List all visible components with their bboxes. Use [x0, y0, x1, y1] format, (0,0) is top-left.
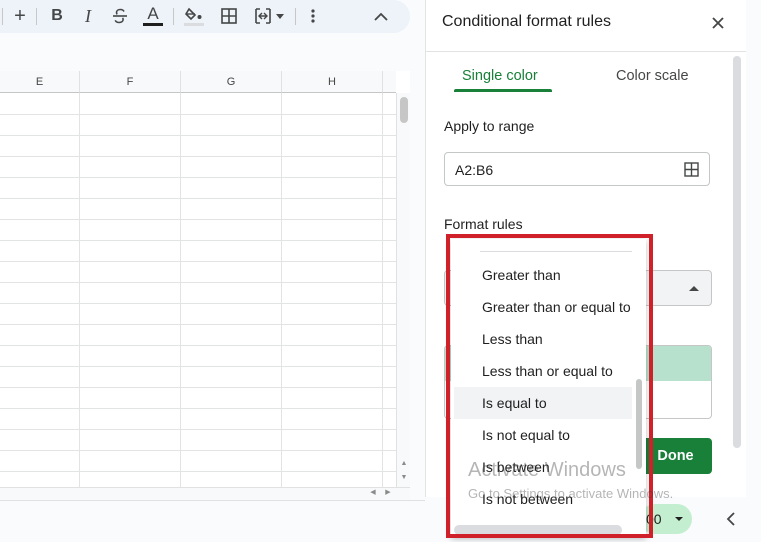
gridline — [281, 93, 282, 487]
column-header-g[interactable]: G — [181, 71, 282, 93]
toolbar-divider — [36, 8, 37, 25]
range-value: A2:B6 — [455, 162, 494, 178]
dropdown-divider — [480, 251, 632, 252]
more-vert-icon[interactable] — [303, 4, 323, 28]
horizontal-scrollbar[interactable]: ◀ ▶ — [0, 487, 410, 500]
panel-title: Conditional format rules — [442, 13, 611, 30]
column-label: G — [226, 75, 236, 88]
gridline — [382, 93, 383, 487]
text-color-icon[interactable]: A — [141, 4, 165, 28]
gridline — [0, 261, 396, 262]
gridline — [180, 93, 181, 487]
dropdown-option[interactable]: Is not equal to — [454, 419, 632, 451]
gridline — [0, 135, 396, 136]
merge-cells-icon[interactable] — [250, 4, 288, 28]
chevron-down-icon — [675, 517, 683, 521]
column-label: F — [126, 75, 134, 88]
scrollbar-thumb[interactable] — [400, 97, 408, 123]
zoom-select[interactable]: 00 — [640, 504, 692, 534]
column-header-overflow — [383, 71, 396, 93]
gridline — [0, 282, 396, 283]
scroll-left-arrow-icon[interactable]: ◀ — [368, 488, 378, 498]
toolbar: + B I A — [0, 0, 410, 33]
dropdown-option[interactable]: Less than or equal to — [454, 355, 632, 387]
panel-scrollbar[interactable] — [733, 56, 741, 448]
column-header-f[interactable]: F — [80, 71, 181, 93]
gridline — [0, 303, 396, 304]
active-tab-indicator — [454, 89, 552, 92]
bold-button[interactable]: B — [46, 4, 68, 28]
italic-button[interactable]: I — [77, 4, 99, 28]
dropdown-option-highlighted[interactable]: Is equal to — [454, 387, 632, 419]
spreadsheet-grid[interactable]: E F G H ▲ ▼ — [0, 71, 410, 487]
dropdown-option[interactable]: Greater than or equal to — [454, 291, 632, 323]
scroll-up-arrow-icon[interactable]: ▲ — [399, 459, 409, 469]
gridline — [0, 114, 396, 115]
panel-divider — [426, 51, 746, 52]
range-input[interactable]: A2:B6 — [444, 152, 710, 186]
text-color-glyph: A — [147, 4, 159, 23]
gridline — [0, 198, 396, 199]
tab-color-scale[interactable]: Color scale — [616, 68, 689, 84]
caret-up-icon — [689, 286, 699, 291]
strikethrough-icon[interactable] — [108, 4, 132, 28]
gridline — [0, 324, 396, 325]
gridline — [0, 408, 396, 409]
column-label: H — [328, 75, 336, 88]
gridline — [0, 177, 396, 178]
dropdown-option[interactable]: Greater than — [454, 259, 632, 291]
text-color-swatch — [143, 23, 163, 26]
watermark-title: Activate Windows — [468, 459, 626, 481]
fill-color-swatch — [184, 22, 204, 26]
close-icon[interactable] — [708, 13, 728, 33]
gridline — [79, 93, 80, 487]
format-rules-label: Format rules — [444, 216, 523, 232]
chevron-down-icon — [276, 13, 284, 19]
gridline — [0, 471, 396, 472]
sheet-bar — [0, 500, 425, 542]
add-icon[interactable]: + — [10, 4, 30, 28]
vertical-scrollbar[interactable]: ▲ ▼ — [396, 93, 410, 487]
gridline — [0, 345, 396, 346]
borders-icon[interactable] — [217, 4, 241, 28]
gridline — [0, 387, 396, 388]
gridline — [0, 366, 396, 367]
gridline — [0, 156, 396, 157]
dropdown-option[interactable]: Less than — [454, 323, 632, 355]
column-header-h[interactable]: H — [282, 71, 383, 93]
gridline — [0, 429, 396, 430]
dropdown-bottom-scroll — [454, 525, 622, 535]
select-range-grid-icon[interactable] — [684, 162, 699, 182]
gridline — [0, 450, 396, 451]
fill-color-icon[interactable] — [182, 4, 206, 28]
watermark-subtitle: Go to Settings to activate Windows. — [468, 486, 674, 501]
column-label: E — [35, 75, 44, 88]
collapse-toolbar-icon[interactable] — [370, 4, 392, 28]
toolbar-divider — [173, 8, 174, 25]
tab-single-color[interactable]: Single color — [462, 68, 538, 84]
scroll-right-arrow-icon[interactable]: ▶ — [383, 488, 393, 498]
scroll-down-arrow-icon[interactable]: ▼ — [399, 473, 409, 483]
column-header-e[interactable]: E — [0, 71, 80, 93]
gridline — [0, 219, 396, 220]
chevron-left-icon[interactable] — [726, 512, 740, 528]
dropdown-scrollbar-thumb[interactable] — [636, 379, 642, 469]
apply-to-range-label: Apply to range — [444, 118, 535, 134]
gridline — [0, 240, 396, 241]
toolbar-divider — [295, 8, 296, 25]
done-button[interactable]: Done — [639, 438, 712, 474]
toolbar-divider — [2, 8, 3, 25]
zoom-value: 00 — [646, 511, 662, 527]
